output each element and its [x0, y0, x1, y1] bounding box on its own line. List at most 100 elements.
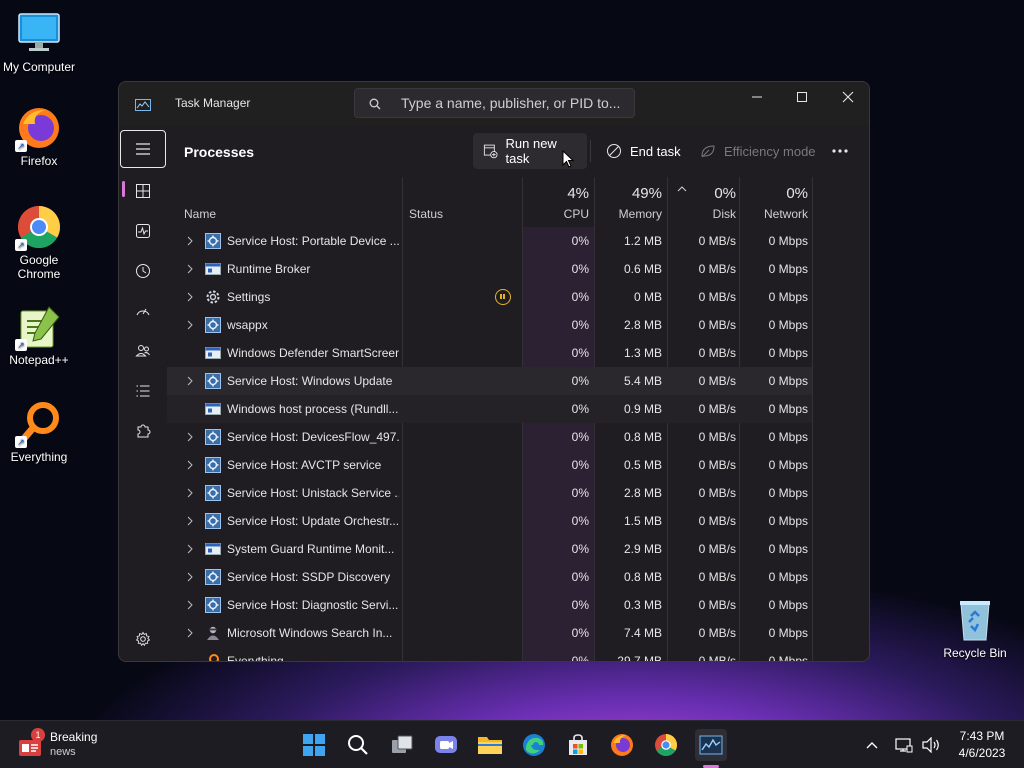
table-row[interactable]: System Guard Runtime Monit... 0% 2.9 MB … [167, 535, 812, 563]
desktop-icon-chrome[interactable]: ↗ Google Chrome [1, 203, 77, 281]
taskbar-search-button[interactable] [342, 729, 374, 761]
desktop-icon-recycle-bin[interactable]: Recycle Bin [937, 596, 1013, 660]
process-memory: 2.8 MB [623, 486, 662, 500]
table-row[interactable]: Service Host: Update Orchestr... 0% 1.5 … [167, 507, 812, 535]
process-name: Windows Defender SmartScreen [227, 346, 399, 360]
file-explorer-button[interactable] [474, 729, 506, 761]
desktop-icon-firefox[interactable]: ↗ Firefox [1, 104, 77, 168]
process-name: Runtime Broker [227, 262, 311, 276]
chevron-right-icon[interactable] [185, 599, 195, 611]
nav-processes[interactable] [119, 172, 167, 210]
table-row[interactable]: Service Host: Windows Update 0% 5.4 MB 0… [167, 367, 812, 395]
table-row[interactable]: Windows host process (Rundll... 0% 0.9 M… [167, 395, 812, 423]
chevron-right-icon[interactable] [185, 487, 195, 499]
chevron-right-icon[interactable] [185, 571, 195, 583]
desktop-icon-my-computer[interactable]: My Computer [1, 10, 77, 74]
chevron-right-icon[interactable] [185, 543, 195, 555]
process-memory: 29.7 MB [617, 654, 662, 662]
table-row[interactable]: Service Host: DevicesFlow_497... 0% 0.8 … [167, 423, 812, 451]
minimize-button[interactable] [734, 82, 780, 112]
process-name: Service Host: AVCTP service [227, 458, 382, 472]
volume-button[interactable] [918, 729, 944, 761]
close-button[interactable] [825, 82, 869, 112]
news-widget[interactable]: 1 Breaking news [18, 728, 138, 761]
chevron-right-icon[interactable] [185, 627, 195, 639]
desktop-icon-notepadpp[interactable]: ↗ Notepad++ [1, 303, 77, 367]
table-row[interactable]: Service Host: Unistack Service ... 0% 2.… [167, 479, 812, 507]
firefox-icon: ↗ [15, 104, 63, 152]
table-row[interactable]: Service Host: Portable Device ... 0% 1.2… [167, 227, 812, 255]
recycle-bin-icon [951, 596, 999, 644]
column-header-cpu[interactable]: CPU [522, 207, 589, 221]
table-row[interactable]: Service Host: SSDP Discovery 0% 0.8 MB 0… [167, 563, 812, 591]
chevron-right-icon[interactable] [185, 263, 195, 275]
chevron-right-icon[interactable] [185, 375, 195, 387]
show-hidden-icons-button[interactable] [860, 729, 884, 761]
process-memory: 0.8 MB [623, 430, 662, 444]
process-memory: 1.5 MB [623, 514, 662, 528]
chevron-right-icon[interactable] [185, 235, 195, 247]
network-status-button[interactable] [892, 729, 916, 761]
desktop-icon-everything[interactable]: ↗ Everything [1, 400, 77, 464]
nav-app-history[interactable] [119, 252, 167, 290]
window-app-icon [205, 541, 221, 557]
process-name: Service Host: Windows Update [227, 374, 393, 388]
chevron-right-icon[interactable] [185, 431, 195, 443]
more-options-button[interactable] [826, 133, 862, 169]
search-input[interactable] [401, 94, 626, 112]
table-row[interactable]: wsappx 0% 2.8 MB 0 MB/s 0 Mbps [167, 311, 812, 339]
process-cpu: 0% [571, 514, 589, 528]
task-manager-icon [699, 735, 723, 755]
efficiency-mode-button[interactable]: Efficiency mode [690, 133, 826, 169]
task-view-button[interactable] [386, 729, 418, 761]
memory-total: 49% [631, 185, 662, 202]
process-name: Service Host: Unistack Service ... [227, 486, 399, 500]
nav-settings[interactable] [119, 620, 167, 658]
table-row[interactable]: Service Host: Diagnostic Servi... 0% 0.3… [167, 591, 812, 619]
chevron-right-icon[interactable] [185, 515, 195, 527]
column-header-disk[interactable]: Disk [667, 207, 736, 221]
table-row[interactable]: Microsoft Windows Search In... 0% 7.4 MB… [167, 619, 812, 647]
nav-services[interactable] [119, 412, 167, 450]
title-bar[interactable]: Task Manager [119, 82, 869, 126]
end-task-button[interactable]: End task [596, 133, 691, 169]
teams-chat-button[interactable] [430, 729, 462, 761]
chevron-right-icon[interactable] [185, 459, 195, 471]
system-clock[interactable]: 7:43 PM 4/6/2023 [950, 728, 1014, 762]
column-header-status[interactable]: Status [409, 207, 443, 221]
process-memory: 0.3 MB [623, 598, 662, 612]
process-disk: 0 MB/s [698, 374, 736, 388]
chrome-taskbar-button[interactable] [650, 729, 682, 761]
table-row[interactable]: Everything 0% 29.7 MB 0 MB/s 0 Mbps [167, 647, 812, 662]
process-cpu: 0% [571, 486, 589, 500]
nav-details[interactable] [119, 372, 167, 410]
maximize-button[interactable] [779, 82, 825, 112]
cpu-total: 4% [567, 185, 589, 202]
start-button[interactable] [298, 729, 330, 761]
firefox-taskbar-button[interactable] [606, 729, 638, 761]
nav-startup-apps[interactable] [119, 292, 167, 330]
nav-performance[interactable] [119, 212, 167, 250]
hamburger-menu-button[interactable] [120, 130, 166, 168]
store-button[interactable] [562, 729, 594, 761]
process-network: 0 Mbps [768, 486, 808, 500]
chevron-right-icon[interactable] [185, 291, 195, 303]
chevron-right-icon[interactable] [185, 319, 195, 331]
edge-button[interactable] [518, 729, 550, 761]
column-header-name[interactable]: Name [184, 207, 216, 221]
table-row[interactable]: Runtime Broker 0% 0.6 MB 0 MB/s 0 Mbps [167, 255, 812, 283]
run-new-task-icon [483, 144, 498, 159]
task-manager-taskbar-button[interactable] [695, 729, 727, 761]
process-disk: 0 MB/s [698, 262, 736, 276]
table-row[interactable]: Settings 0% 0 MB 0 MB/s 0 Mbps [167, 283, 812, 311]
table-row[interactable]: Windows Defender SmartScreen 0% 1.3 MB 0… [167, 339, 812, 367]
close-icon [842, 91, 854, 103]
table-row[interactable]: Service Host: AVCTP service 0% 0.5 MB 0 … [167, 451, 812, 479]
service-host-icon [205, 457, 221, 473]
column-header-network[interactable]: Network [739, 207, 808, 221]
nav-users[interactable] [119, 332, 167, 370]
column-header-memory[interactable]: Memory [594, 207, 662, 221]
page-title: Processes [184, 144, 255, 160]
history-icon [136, 264, 150, 278]
search-box[interactable] [354, 88, 635, 118]
